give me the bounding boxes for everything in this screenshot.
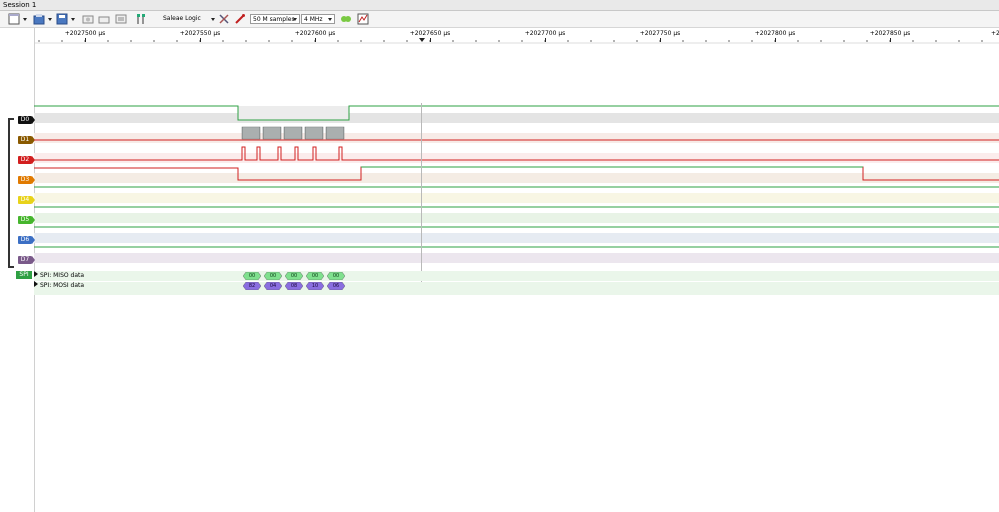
ruler-tick-label: +2027700 µs — [524, 30, 566, 37]
clock-burst — [325, 126, 345, 140]
sample-rate-select[interactable]: 4 MHz — [301, 14, 335, 24]
probe-icon[interactable] — [234, 13, 246, 25]
settings-box-icon[interactable] — [115, 13, 127, 25]
time-ruler[interactable]: +2027500 µs +2027550 µs +2027600 µs +202765… — [34, 28, 999, 44]
expand-arrow-icon[interactable] — [34, 271, 38, 277]
ruler-tick-label: +2027650 µs — [409, 30, 451, 37]
spi-analyzer-badge[interactable]: SPI — [16, 271, 32, 279]
clock-burst — [283, 126, 303, 140]
sample-count-value: 50 M samples — [253, 16, 295, 23]
waveform-d0 — [34, 105, 999, 121]
miso-value: 00 — [269, 273, 277, 279]
mosi-decode[interactable]: 04 — [264, 282, 282, 290]
miso-value: 00 — [311, 273, 319, 279]
miso-decode[interactable]: 00 — [306, 272, 324, 280]
tray-icon[interactable] — [98, 13, 110, 25]
waveform-area[interactable] — [34, 103, 999, 278]
spi-miso-row — [34, 271, 999, 281]
ruler-tick-label: +2027550 µs — [179, 30, 221, 37]
ruler-tick — [200, 38, 201, 42]
waveform-d3-low — [34, 166, 999, 181]
mosi-decode[interactable]: 10 — [306, 282, 324, 290]
chevron-down-icon[interactable] — [48, 18, 52, 21]
mosi-value: 04 — [269, 283, 277, 289]
channel-label-d0[interactable]: D0 — [18, 116, 35, 124]
ruler-tick — [890, 38, 891, 42]
spi-mosi-row — [34, 282, 999, 295]
miso-value: 00 — [332, 273, 340, 279]
marker-icon[interactable] — [135, 13, 147, 25]
miso-decode[interactable]: 00 — [243, 272, 261, 280]
channel-label-d5[interactable]: D5 — [18, 216, 35, 224]
ruler-tick — [85, 38, 86, 42]
channel-label-d2[interactable]: D2 — [18, 156, 35, 164]
clock-burst — [241, 126, 261, 140]
cursor-line[interactable] — [421, 103, 422, 295]
tools-icon[interactable] — [218, 13, 230, 25]
channel-label-d4[interactable]: D4 — [18, 196, 35, 204]
ruler-tick — [545, 38, 546, 42]
expand-arrow-icon[interactable] — [34, 281, 38, 287]
ruler-tick-label: +2027500 µs — [64, 30, 106, 37]
spi-miso-label[interactable]: SPI: MISO data — [34, 271, 84, 281]
start-icon[interactable] — [340, 13, 352, 25]
session-tab-bar: Session 1 — [0, 0, 999, 11]
miso-decode[interactable]: 00 — [264, 272, 282, 280]
ruler-tick-label: +2027750 µs — [639, 30, 681, 37]
mosi-decode[interactable]: 08 — [285, 282, 303, 290]
channel-label-d7[interactable]: D7 — [18, 256, 35, 264]
mosi-decode[interactable]: 06 — [327, 282, 345, 290]
chevron-down-icon[interactable] — [211, 18, 215, 21]
channel-label-d6[interactable]: D6 — [18, 236, 35, 244]
channel-label-pane — [0, 28, 35, 512]
mosi-value: 06 — [332, 283, 340, 289]
ruler-tick-label: +202 — [991, 30, 999, 37]
miso-value: 00 — [248, 273, 256, 279]
toolbar: Saleae Logic 50 M samples 4 MHz — [0, 11, 999, 28]
sample-rate-value: 4 MHz — [304, 16, 323, 23]
mosi-value: 08 — [290, 283, 298, 289]
spi-miso-name: SPI: MISO data — [40, 272, 85, 279]
new-session-icon[interactable] — [8, 13, 20, 25]
ruler-tick-label: +2027800 µs — [754, 30, 796, 37]
clock-burst — [262, 126, 282, 140]
open-icon[interactable] — [33, 13, 45, 25]
miso-decode[interactable]: 00 — [285, 272, 303, 280]
mosi-decode[interactable]: 82 — [243, 282, 261, 290]
sample-count-select[interactable]: 50 M samples — [250, 14, 300, 24]
ruler-tick-label: +2027850 µs — [869, 30, 911, 37]
ruler-tick — [430, 38, 431, 42]
clock-burst — [304, 126, 324, 140]
channel-label-d1[interactable]: D1 — [18, 136, 35, 144]
channel-label-d3[interactable]: D3 — [18, 176, 35, 184]
cursor-marker-icon[interactable] — [419, 38, 425, 42]
ruler-tick-label: +2027600 µs — [294, 30, 336, 37]
spi-mosi-label[interactable]: SPI: MOSI data — [34, 281, 84, 291]
miso-value: 00 — [290, 273, 298, 279]
ruler-tick — [315, 38, 316, 42]
device-selector[interactable]: Saleae Logic — [163, 14, 201, 24]
chevron-down-icon[interactable] — [23, 18, 27, 21]
chevron-down-icon[interactable] — [71, 18, 75, 21]
mosi-value: 82 — [248, 283, 256, 289]
spi-mosi-name: SPI: MOSI data — [40, 282, 85, 289]
capture-icon[interactable] — [82, 13, 94, 25]
session-tab[interactable]: Session 1 — [3, 1, 36, 9]
miso-decode[interactable]: 00 — [327, 272, 345, 280]
waveform-d0-low-region — [238, 106, 349, 120]
waveform-d2 — [34, 146, 999, 161]
ruler-tick — [660, 38, 661, 42]
measure-icon[interactable] — [357, 13, 369, 25]
mosi-value: 10 — [311, 283, 319, 289]
save-icon[interactable] — [56, 13, 68, 25]
channel-group-bracket — [8, 118, 14, 268]
ruler-tick — [775, 38, 776, 42]
